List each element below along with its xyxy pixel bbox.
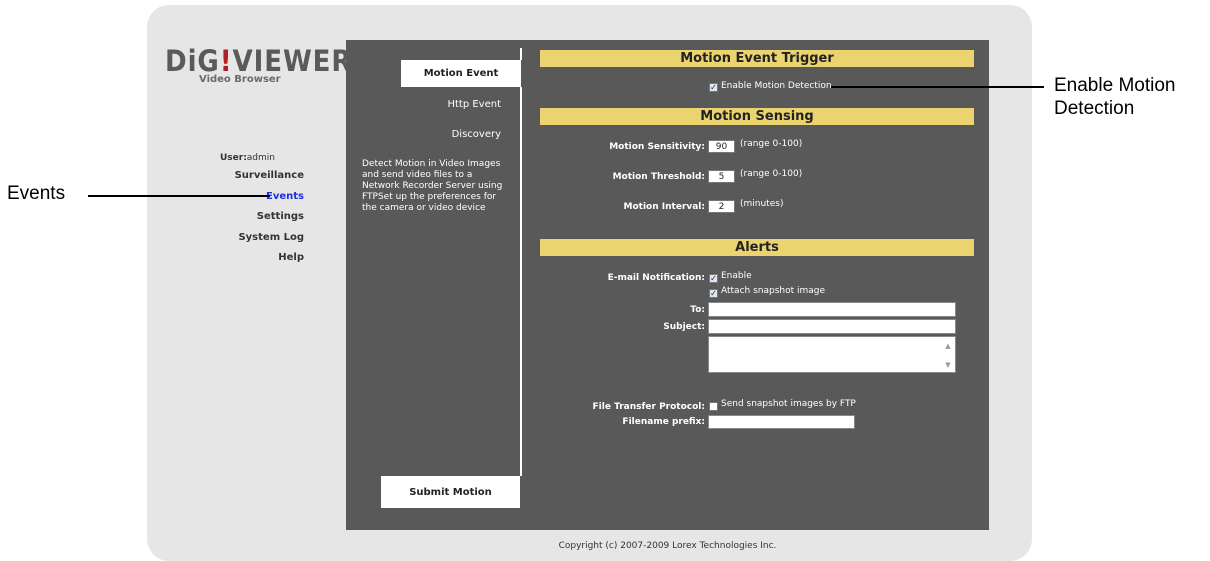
nav-help[interactable]: Help <box>278 252 304 263</box>
motion-interval-input[interactable]: 2 <box>708 200 735 213</box>
event-tabs-column: Motion Event Http Event Discovery Detect… <box>346 40 522 530</box>
current-user: User:admin <box>219 153 275 163</box>
annotation-events-line <box>88 195 270 197</box>
annotation-events-label: Events <box>7 183 66 204</box>
motion-sensitivity-hint: (range 0-100) <box>740 139 803 149</box>
email-subject-label: Subject: <box>663 322 705 332</box>
scroll-down-arrow-icon[interactable]: ▼ <box>942 361 954 369</box>
email-body-textarea[interactable]: ▲ ▼ <box>708 336 956 373</box>
ftp-snapshot-label: Send snapshot images by FTP <box>721 399 856 409</box>
email-enable-checkbox[interactable]: ✓ <box>709 274 718 283</box>
motion-sensitivity-label: Motion Sensitivity: <box>609 142 705 152</box>
digiviewer-logo: DiG!VIEWER Video Browser <box>165 44 353 85</box>
nav-events[interactable]: Events <box>266 191 304 202</box>
email-enable-label: Enable <box>721 271 752 281</box>
motion-interval-hint: (minutes) <box>740 199 784 209</box>
enable-motion-detection-checkbox[interactable]: ✓ <box>709 83 718 92</box>
email-subject-input[interactable] <box>708 319 956 334</box>
motion-interval-label: Motion Interval: <box>623 202 705 212</box>
motion-threshold-hint: (range 0-100) <box>740 169 803 179</box>
tab-border-top <box>520 48 522 60</box>
tab-http-event[interactable]: Http Event <box>447 99 501 110</box>
attach-snapshot-checkbox[interactable]: ✓ <box>709 289 718 298</box>
motion-sensing-header: Motion Sensing <box>540 108 974 125</box>
ftp-label: File Transfer Protocol: <box>592 402 705 412</box>
submit-motion-button[interactable]: Submit Motion <box>381 476 520 508</box>
event-description: Detect Motion in Video Images and send v… <box>362 159 503 213</box>
nav-surveillance[interactable]: Surveillance <box>235 170 304 181</box>
copyright-footer: Copyright (c) 2007-2009 Lorex Technologi… <box>558 541 777 551</box>
annotation-motion-label-line2: Detection <box>1054 98 1135 119</box>
alerts-header: Alerts <box>540 239 974 256</box>
nav-settings[interactable]: Settings <box>257 211 304 222</box>
annotation-motion-label-line1: Enable Motion <box>1054 75 1176 96</box>
enable-motion-detection-label: Enable Motion Detection <box>721 81 832 91</box>
filename-prefix-label: Filename prefix: <box>622 417 705 427</box>
tab-motion-event[interactable]: Motion Event <box>401 60 521 87</box>
textarea-scrollbar[interactable]: ▲ ▼ <box>942 338 954 371</box>
motion-threshold-label: Motion Threshold: <box>612 172 705 182</box>
motion-threshold-input[interactable]: 5 <box>708 170 735 183</box>
annotation-motion-line <box>831 86 1044 88</box>
motion-event-trigger-header: Motion Event Trigger <box>540 50 974 67</box>
tab-discovery[interactable]: Discovery <box>452 129 501 140</box>
email-to-input[interactable] <box>708 302 956 317</box>
ftp-snapshot-checkbox[interactable] <box>709 402 718 411</box>
tab-border-bottom <box>520 87 522 476</box>
logo-subtitle: Video Browser <box>199 74 281 85</box>
event-settings-panel: Motion Event Http Event Discovery Detect… <box>346 40 989 530</box>
scroll-up-arrow-icon[interactable]: ▲ <box>942 342 954 350</box>
nav-system-log[interactable]: System Log <box>238 232 304 243</box>
filename-prefix-input[interactable] <box>708 415 855 429</box>
email-to-label: To: <box>690 305 705 315</box>
email-notification-label: E-mail Notification: <box>607 273 705 283</box>
motion-sensitivity-input[interactable]: 90 <box>708 140 735 153</box>
attach-snapshot-label: Attach snapshot image <box>721 286 826 296</box>
